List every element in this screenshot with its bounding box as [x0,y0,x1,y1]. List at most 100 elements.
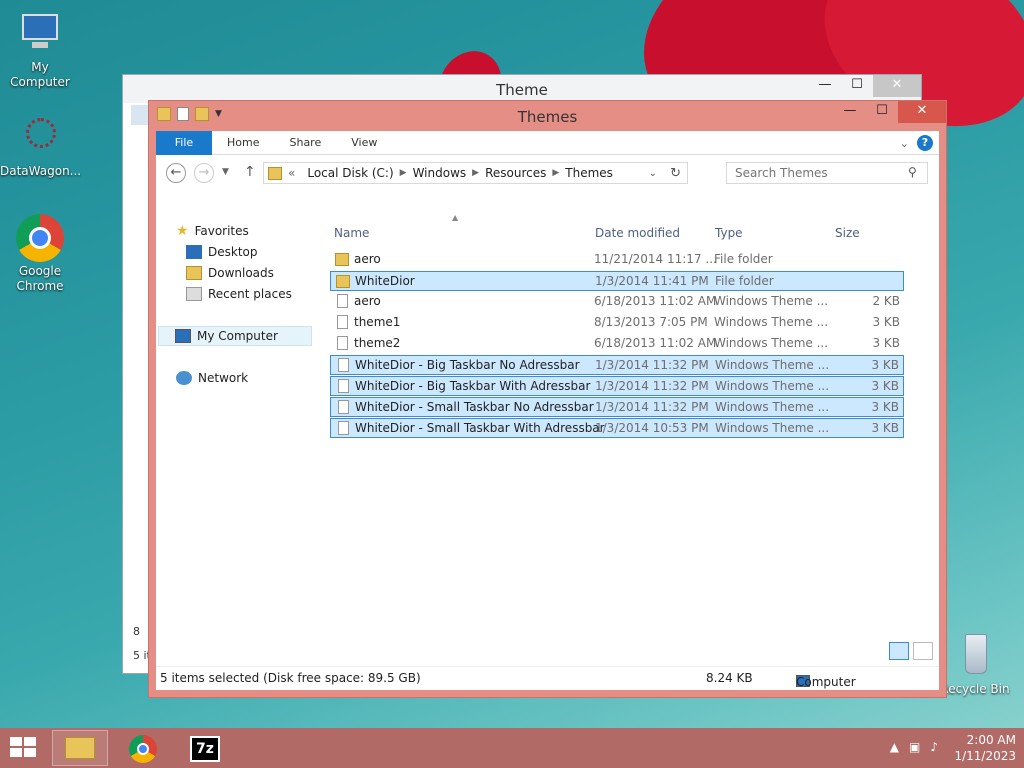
column-header-type[interactable]: Type [715,221,743,245]
network-icon [176,371,192,385]
maximize-button[interactable]: ☐ [866,101,898,123]
breadcrumb-resources[interactable]: Resources [479,166,552,180]
file-name: WhiteDior [355,274,415,288]
chrome-icon-center [137,743,149,755]
file-row[interactable]: WhiteDior - Small Taskbar With Adressbar… [330,418,904,438]
nav-desktop[interactable]: Desktop [186,242,258,262]
file-row[interactable]: WhiteDior - Big Taskbar With Adressbar 1/… [330,376,904,396]
breadcrumb-windows[interactable]: Windows [407,166,473,180]
desktop-icon-label: Recycle Bin [940,682,1010,696]
large-icons-view-button[interactable] [913,642,933,660]
details-view-button[interactable] [889,642,909,660]
taskbar-file-explorer[interactable] [52,730,108,766]
start-button[interactable] [10,737,38,759]
nav-network[interactable]: Network [176,368,248,388]
navigation-pane: ★ Favorites Desktop Downloads Recent pla… [156,221,328,664]
status-bar: 5 items selected (Disk free space: 89.5 … [156,666,939,690]
nav-label: My Computer [197,329,278,343]
explorer-body: File Home Share View ⌄ ? ← → ▼ ↑ « Local… [156,130,939,690]
file-row[interactable]: WhiteDior 1/3/2014 11:41 PM File folder [330,271,904,291]
file-date: 1/3/2014 11:32 PM [595,400,709,414]
column-header-name[interactable]: Name [334,221,369,245]
file-type: File folder [714,252,773,266]
taskbar-chrome[interactable] [114,730,170,766]
breadcrumb-separator[interactable]: ▶ [472,168,479,178]
file-size: 3 KB [872,336,900,350]
address-bar[interactable]: « Local Disk (C:) ▶ Windows ▶ Resources … [263,162,688,184]
file-row[interactable]: aero 11/21/2014 11:17 ... File folder [330,250,904,270]
nav-label: Recent places [208,287,292,301]
nav-label: Downloads [208,266,274,280]
file-date: 1/3/2014 11:32 PM [595,379,709,393]
close-button[interactable]: ✕ [898,101,946,123]
up-button[interactable]: ↑ [244,164,256,180]
theme-file-icon [337,336,348,350]
titlebar[interactable]: Theme — ☐ ✕ [123,75,921,103]
volume-icon[interactable]: ♪ [930,740,938,754]
theme-file-icon [337,315,348,329]
tab-view[interactable]: View [336,131,392,155]
file-list: ▲ Name Date modified Type Size aero 11/21… [330,213,939,664]
file-name: aero [354,252,381,266]
desktop-icon-label: Google Chrome [16,264,64,293]
recent-places-icon [186,287,202,301]
file-type: File folder [715,274,774,288]
file-date: 1/3/2014 10:53 PM [595,421,709,435]
expand-ribbon-icon[interactable]: ⌄ [900,137,909,150]
column-header-date[interactable]: Date modified [595,221,680,245]
window-themes[interactable]: ▼ Themes — ☐ ✕ File Home Share View ⌄ ? … [148,100,947,698]
file-name: WhiteDior - Small Taskbar No Adressbar [355,400,594,414]
close-button[interactable]: ✕ [873,75,921,97]
breadcrumb-separator[interactable]: ▶ [552,168,559,178]
nav-downloads[interactable]: Downloads [186,263,274,283]
file-row[interactable]: theme1 8/13/2013 7:05 PM Windows Theme ...… [330,313,904,333]
back-ribbon-tab [131,105,149,125]
back-button[interactable]: ← [166,163,186,183]
file-date: 11/21/2014 11:17 ... [594,252,717,266]
ribbon-tabs: File Home Share View ⌄ ? [156,130,939,155]
recent-locations-icon[interactable]: ▼ [222,167,229,177]
desktop-icon-datawagon[interactable]: DataWagon... [0,114,82,179]
view-switcher [889,642,933,660]
address-dropdown-icon[interactable]: ⌄ [649,168,657,179]
breadcrumb-separator[interactable]: ▶ [400,168,407,178]
desktop-icon-google-chrome[interactable]: Google Chrome [0,214,80,294]
desktop-icon-my-computer[interactable]: My Computer [0,10,80,90]
taskbar-7zip[interactable]: 7z [176,730,232,766]
recycle-bin-icon [951,632,999,680]
tab-share[interactable]: Share [274,131,336,155]
file-row[interactable]: aero 6/18/2013 11:02 AM Windows Theme ... 2… [330,292,904,312]
tab-file[interactable]: File [156,130,212,155]
computer-icon [175,329,191,343]
forward-button[interactable]: → [194,163,214,183]
folder-icon [336,275,350,288]
file-type: Windows Theme ... [714,315,829,329]
file-row[interactable]: theme2 6/18/2013 11:02 AM Windows Theme ..… [330,334,904,354]
minimize-button[interactable]: — [834,101,866,123]
taskbar: 7z ▲ ▣ ♪ 2:00 AM 1/11/2023 [0,728,1024,768]
tab-home[interactable]: Home [212,131,274,155]
show-hidden-icons-icon[interactable]: ▲ [890,740,899,754]
address-row: ← → ▼ ↑ « Local Disk (C:) ▶ Windows ▶ Re… [156,155,939,189]
minimize-button[interactable]: — [809,75,841,97]
search-icon[interactable]: ⚲ [908,165,917,179]
breadcrumb-themes[interactable]: Themes [559,166,619,180]
nav-recent-places[interactable]: Recent places [186,284,292,304]
file-size: 3 KB [871,379,899,393]
file-row[interactable]: WhiteDior - Big Taskbar No Adressbar 1/3/… [330,355,904,375]
refresh-icon[interactable]: ↻ [670,166,681,181]
search-input[interactable] [726,162,928,184]
desktop-icon-label: DataWagon... [0,164,82,178]
file-row[interactable]: WhiteDior - Small Taskbar No Adressbar 1/… [330,397,904,417]
column-header-size[interactable]: Size [835,221,860,245]
clock[interactable]: 2:00 AM 1/11/2023 [954,732,1016,764]
back-side-label: 8 [133,625,140,638]
nav-favorites[interactable]: ★ Favorites [176,221,249,241]
breadcrumb-local-disk[interactable]: Local Disk (C:) [301,166,399,180]
titlebar[interactable]: ▼ Themes — ☐ ✕ [149,101,946,131]
nav-my-computer[interactable]: My Computer [158,326,312,346]
help-icon[interactable]: ? [917,135,933,151]
maximize-button[interactable]: ☐ [841,75,873,97]
desktop-icon-recycle-bin[interactable]: Recycle Bin [935,632,1015,697]
network-icon[interactable]: ▣ [909,740,920,754]
